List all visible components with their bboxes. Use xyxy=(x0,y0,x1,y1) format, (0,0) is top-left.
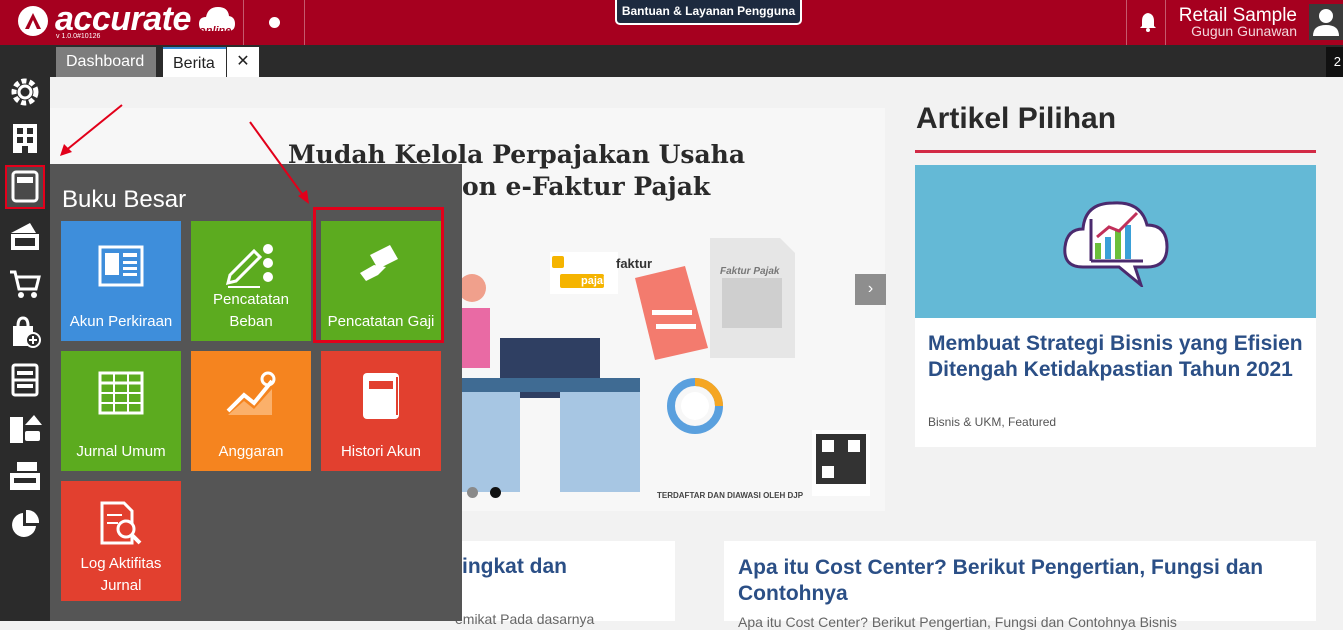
efaktur-sub: pajak xyxy=(581,275,610,287)
logo-icon[interactable] xyxy=(18,6,48,36)
tile-log-aktifitas-jurnal[interactable]: Log Aktifitas Jurnal xyxy=(61,481,181,601)
hero-title-line2: on e-Faktur Pajak xyxy=(462,172,711,201)
document-search-icon xyxy=(61,501,181,547)
menu-title: Buku Besar xyxy=(62,186,187,213)
bell-icon[interactable] xyxy=(1139,12,1157,32)
app-version: v 1.0.0#10126 xyxy=(56,33,101,40)
featured-article-category[interactable]: Bisnis & UKM, Featured xyxy=(928,415,1056,429)
report-chart-icon[interactable] xyxy=(8,507,42,541)
carousel-dot[interactable] xyxy=(467,487,478,498)
featured-article-card[interactable]: Membuat Strategi Bisnis yang Efisien Dit… xyxy=(915,165,1316,447)
tile-label: Pencatatan Beban xyxy=(213,291,289,330)
tile-jurnal-umum[interactable]: Jurnal Umum xyxy=(61,351,181,471)
tile-highlight-frame xyxy=(313,207,444,343)
article-title[interactable]: Apa itu Cost Center? Berikut Pengertian,… xyxy=(738,555,1298,607)
hero-illustration xyxy=(460,238,870,496)
sidebar xyxy=(0,45,50,621)
divider xyxy=(1165,0,1166,45)
tile-akun-perkiraan[interactable]: Akun Perkiraan xyxy=(61,221,181,341)
divider xyxy=(304,0,305,45)
carousel-next-button[interactable]: › xyxy=(855,274,886,305)
expense-pen-icon xyxy=(191,241,311,291)
tile-label: Akun Perkiraan xyxy=(69,313,173,330)
purchase-bag-icon[interactable] xyxy=(8,315,42,349)
article-snippet: Apa itu Cost Center? Berikut Pengertian,… xyxy=(738,614,1177,630)
cash-bank-icon[interactable] xyxy=(8,219,42,253)
inventory-icon[interactable] xyxy=(8,363,42,397)
tab-close-button[interactable]: ✕ xyxy=(227,47,259,77)
divider xyxy=(1126,0,1127,45)
tab-dashboard[interactable]: Dashboard xyxy=(56,47,156,77)
user-name[interactable]: Gugun Gunawan xyxy=(1191,23,1297,39)
efaktur-label: faktur xyxy=(616,256,653,271)
journal-table-icon xyxy=(61,371,181,415)
tile-pencatatan-beban[interactable]: Pencatatan Beban xyxy=(191,221,311,341)
account-book-icon xyxy=(321,371,441,421)
divider xyxy=(915,150,1316,153)
company-icon[interactable] xyxy=(8,121,42,155)
status-dot-icon[interactable] xyxy=(269,17,280,28)
settings-icon[interactable] xyxy=(8,75,42,109)
tile-histori-akun[interactable]: Histori Akun xyxy=(321,351,441,471)
top-bar: accurate online v 1.0.0#10126 Bantuan & … xyxy=(0,0,1343,45)
tile-label: Anggaran xyxy=(218,443,284,460)
carousel-dot-active[interactable] xyxy=(490,487,501,498)
budget-chart-icon xyxy=(191,371,311,417)
user-icon xyxy=(1313,9,1339,36)
article-panel-title: Artikel Pilihan xyxy=(916,102,1117,135)
avatar[interactable] xyxy=(1309,4,1343,40)
tile-label: Log Aktifitas Jurnal xyxy=(80,555,162,594)
tax-icon[interactable] xyxy=(8,459,42,493)
tile-label: Histori Akun xyxy=(340,443,422,460)
tile-anggaran[interactable]: Anggaran xyxy=(191,351,311,471)
article-card[interactable]: Apa itu Cost Center? Berikut Pengertian,… xyxy=(724,541,1316,630)
hero-footer-text: TERDAFTAR DAN DIAWASI OLEH DJP xyxy=(657,491,804,500)
sales-cart-icon[interactable] xyxy=(8,267,42,301)
article-snippet: emikat Pada dasarnya xyxy=(455,611,595,627)
tab-berita[interactable]: Berita xyxy=(163,47,226,77)
featured-article-title[interactable]: Membuat Strategi Bisnis yang Efisien Dit… xyxy=(928,331,1308,383)
ledger-icon[interactable] xyxy=(8,169,42,203)
featured-article-image[interactable] xyxy=(915,165,1316,318)
chart-bubble-icon xyxy=(1063,201,1169,287)
account-list-icon xyxy=(61,241,181,291)
tab-overflow-indicator[interactable]: 2 xyxy=(1326,47,1343,77)
tile-label: Jurnal Umum xyxy=(76,443,166,460)
faktur-doc-label: Faktur Pajak xyxy=(720,266,780,277)
divider xyxy=(243,0,244,45)
tab-bar: Dashboard Berita ✕ 2 xyxy=(50,45,1343,77)
asset-building-icon[interactable] xyxy=(8,411,42,445)
logo-sub: online xyxy=(199,25,232,37)
article-title[interactable]: ingkat dan xyxy=(462,555,567,579)
help-button[interactable]: Bantuan & Layanan Pengguna xyxy=(615,0,802,25)
article-card[interactable]: ingkat dan emikat Pada dasarnya xyxy=(455,541,675,627)
